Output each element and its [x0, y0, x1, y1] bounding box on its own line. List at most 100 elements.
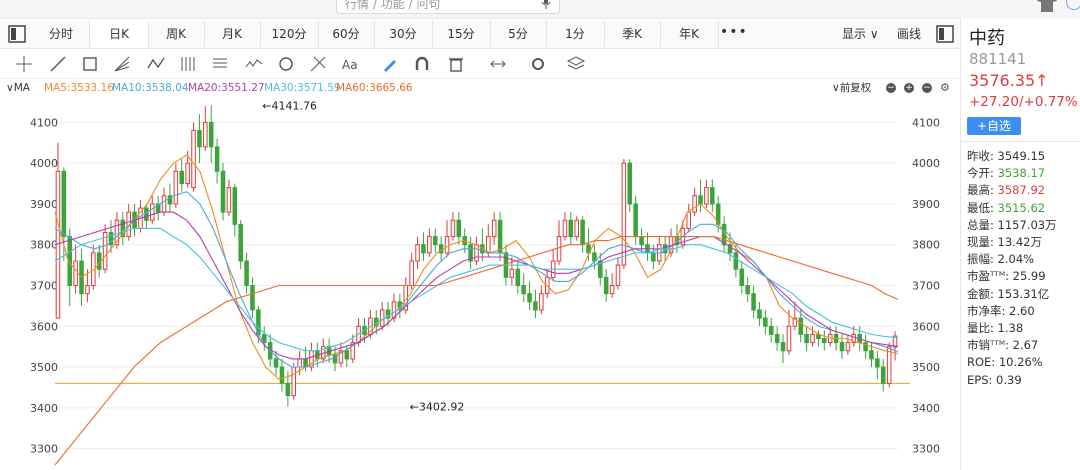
- collapse-icon[interactable]: −: [922, 83, 932, 93]
- period-tab-11[interactable]: 年K: [660, 21, 719, 47]
- settings-icon[interactable]: [528, 54, 548, 74]
- candle-body: [869, 350, 874, 360]
- period-tab-6[interactable]: 30分: [374, 21, 433, 47]
- candle-body: [515, 268, 521, 286]
- rect-icon[interactable]: [80, 54, 100, 74]
- stat-row: 振幅: 2.04%: [967, 251, 1057, 268]
- trash-icon[interactable]: [446, 54, 466, 74]
- candle-body: [220, 170, 226, 213]
- adjust-label: 前复权: [839, 82, 872, 94]
- ma-toggle-label: MA: [13, 82, 30, 94]
- panel-toggle-icon[interactable]: [8, 25, 26, 43]
- stat-label: 市盈ᵀᵀᴹ:: [967, 269, 1009, 284]
- more-periods-button[interactable]: •••: [720, 21, 747, 47]
- period-tab-10[interactable]: 季K: [604, 21, 661, 47]
- period-tab-0[interactable]: 分时: [33, 21, 90, 47]
- stat-value: 1.38: [993, 321, 1024, 336]
- zoom-in-icon[interactable]: +: [904, 83, 914, 93]
- candle-body: [161, 195, 167, 213]
- ma-line-ma60: [54, 236, 899, 466]
- y-tick-right: 3900: [912, 198, 940, 211]
- candle-body: [863, 342, 868, 352]
- gear-icon[interactable]: ⚙: [940, 80, 950, 96]
- candle-body: [810, 333, 815, 344]
- hand-icon[interactable]: [488, 54, 508, 74]
- cycle-icon[interactable]: [276, 54, 296, 74]
- stat-label: 昨收:: [967, 149, 994, 163]
- layers-icon[interactable]: [566, 54, 586, 74]
- stat-label: 最高:: [967, 183, 994, 198]
- stat-label: 市净率:: [967, 303, 1006, 318]
- candle-body: [562, 219, 568, 238]
- stat-row: 昨收: 3549.15: [967, 148, 1057, 165]
- stat-label: 振幅:: [967, 252, 994, 267]
- period-tab-9[interactable]: 1分: [546, 21, 605, 47]
- price-annotation: ←3402.92: [410, 401, 465, 414]
- add-watchlist-button[interactable]: +自选: [967, 117, 1021, 135]
- candle-body: [839, 342, 845, 352]
- stat-value: 3587.92: [993, 183, 1046, 198]
- stat-row: 市净率: 2.60: [967, 303, 1057, 320]
- y-tick-right: 3500: [912, 361, 940, 374]
- draw-line-button[interactable]: 画线: [897, 21, 921, 47]
- candle-body: [845, 342, 851, 352]
- zigzag-icon[interactable]: [244, 54, 264, 74]
- y-tick-left: 3600: [30, 320, 58, 333]
- text-lines-icon[interactable]: [210, 54, 230, 74]
- ma-toggle[interactable]: ∨ MA: [6, 80, 30, 96]
- y-tick-right: 4100: [912, 116, 940, 129]
- divider: [961, 141, 1080, 142]
- candle-body: [627, 162, 633, 205]
- adjust-dropdown[interactable]: ∨ 前复权: [832, 80, 871, 96]
- wave-icon[interactable]: [146, 54, 166, 74]
- candle-body: [780, 342, 786, 352]
- candle-body: [521, 285, 526, 295]
- fib-icon[interactable]: [308, 54, 328, 74]
- candle-body: [556, 236, 562, 262]
- candle-body: [880, 366, 886, 384]
- period-tab-5[interactable]: 60分: [318, 21, 375, 47]
- ma-legend-bar: ∨ MA MA5:3533.16 MA10:3538.04 MA20:3551.27…: [0, 80, 960, 96]
- y-tick-left: 3500: [30, 361, 58, 374]
- magnet-icon[interactable]: [412, 54, 432, 74]
- stat-row: 量比: 1.38: [967, 320, 1057, 337]
- microphone-icon[interactable]: [541, 0, 551, 14]
- period-tab-8[interactable]: 5分: [490, 21, 547, 47]
- candle-body: [527, 293, 532, 303]
- candle-body: [250, 285, 255, 311]
- period-bar: 分时 日K 周K 月K 120分 60分 30分 15分 5分 1分 季K 年K ••• 显示 ∨ 画…: [0, 21, 960, 49]
- period-tab-2[interactable]: 周K: [148, 21, 205, 47]
- period-tab-4[interactable]: 120分: [260, 21, 319, 47]
- y-tick-left: 3400: [30, 402, 58, 415]
- stat-label: EPS:: [967, 372, 993, 387]
- quote-sidebar: 中药 881141 3576.35↑ +27.20/+0.77% +自选 昨收:…: [960, 18, 1080, 470]
- display-menu-button[interactable]: 显示 ∨: [842, 21, 879, 47]
- text-icon[interactable]: Aa: [340, 54, 360, 74]
- candle-body: [633, 203, 638, 238]
- pen-icon[interactable]: [380, 54, 400, 74]
- candle-body: [273, 358, 279, 368]
- crosshair-icon[interactable]: [14, 54, 34, 74]
- sidebar-toggle-icon[interactable]: [936, 25, 954, 43]
- period-tab-1[interactable]: 日K: [90, 21, 149, 47]
- ma-legend-0: MA5:3533.16: [44, 82, 114, 94]
- zoom-out-icon[interactable]: −: [886, 83, 896, 93]
- stat-label: 金额:: [967, 286, 994, 301]
- candle-body: [533, 301, 538, 311]
- fan-icon[interactable]: [112, 54, 132, 74]
- line-icon[interactable]: [48, 54, 68, 74]
- user-icon[interactable]: [1066, 0, 1080, 10]
- y-tick-right: 3400: [912, 402, 940, 415]
- y-tick-left: 4000: [30, 157, 58, 170]
- stat-label: 市销ᵀᵀᴹ:: [967, 338, 1009, 353]
- search-input[interactable]: 行情 / 功能 / 问句: [336, 0, 560, 14]
- period-tab-7[interactable]: 15分: [432, 21, 491, 47]
- candlestick-chart[interactable]: 3300 3300 3400 3400 3500 3500 3600 3600 3700 3700…: [0, 97, 960, 470]
- skin-icon[interactable]: [1036, 0, 1058, 12]
- channel-icon[interactable]: [178, 54, 198, 74]
- candle-body: [804, 333, 809, 344]
- candle-body: [456, 219, 462, 238]
- candle-body: [421, 244, 426, 254]
- period-tab-3[interactable]: 月K: [204, 21, 261, 47]
- candle-body: [733, 252, 739, 270]
